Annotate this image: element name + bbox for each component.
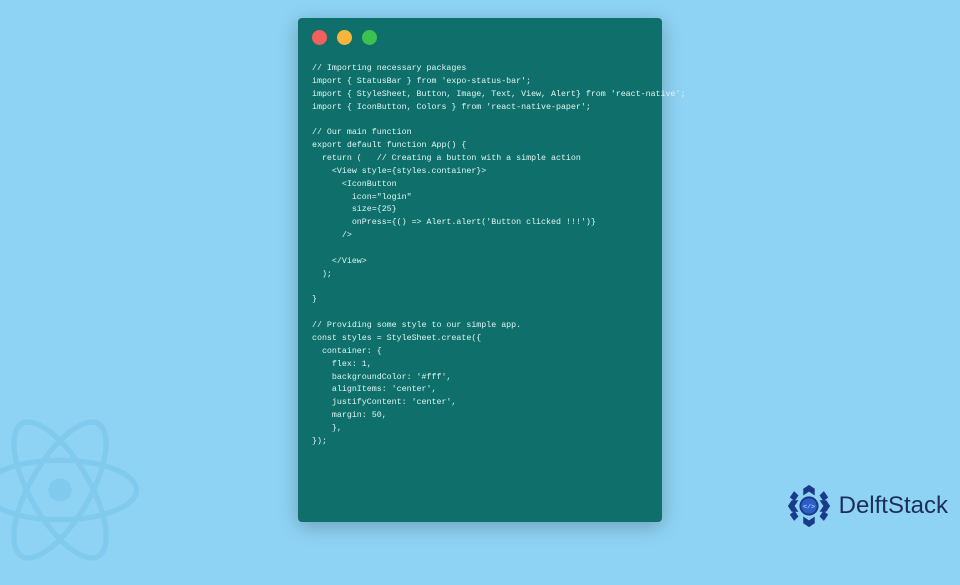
code-window: // Importing necessary packages import {… — [298, 18, 662, 522]
brand-logo: </> DelftStack — [785, 482, 948, 530]
react-logo-svg — [0, 400, 150, 580]
code-block: // Importing necessary packages import {… — [312, 63, 648, 449]
maximize-icon[interactable] — [362, 30, 377, 45]
traffic-lights — [312, 30, 648, 45]
react-watermark-icon — [0, 400, 150, 580]
svg-text:</>: </> — [803, 503, 815, 511]
minimize-icon[interactable] — [337, 30, 352, 45]
delftstack-icon: </> — [785, 482, 833, 530]
brand-name: DelftStack — [839, 492, 948, 520]
close-icon[interactable] — [312, 30, 327, 45]
